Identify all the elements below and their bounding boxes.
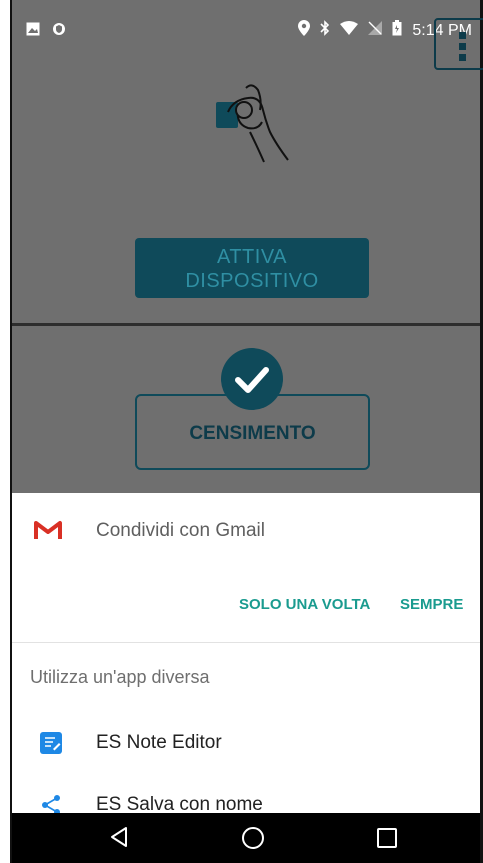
bluetooth-icon [320,20,330,41]
location-icon [298,20,311,41]
check-icon [221,348,283,410]
image-icon [26,22,40,41]
other-app-heading: Utilizza un'app diversa [30,667,210,687]
back-icon[interactable] [109,826,129,853]
menu-dot-icon [459,43,466,50]
recents-icon[interactable] [377,828,397,848]
choice-actions: SOLO UNA VOLTA SEMPRE [12,591,480,623]
activate-label-line1: ATTIVA [216,246,288,268]
app-item-label: ES Salva con nome [96,794,263,813]
app-item-label: ES Note Editor [96,732,222,753]
overflow-menu-button[interactable] [434,18,483,70]
gmail-share-label: Condividi con Gmail [96,520,265,541]
share-icon [40,794,62,813]
no-signal-icon [368,21,383,40]
sheet-divider [12,642,480,643]
shield-icon [52,22,66,41]
activate-device-button[interactable]: ATTIVA DISPOSITIVO [135,238,369,298]
share-bottom-sheet: Condividi con Gmail SOLO UNA VOLTA SEMPR… [12,493,480,813]
gmail-share-row[interactable]: Condividi con Gmail [12,493,480,569]
always-button[interactable]: SEMPRE [400,596,463,613]
menu-dot-icon [459,32,466,39]
activate-label-line2: DISPOSITIVO [185,270,319,292]
wifi-icon [340,21,359,40]
battery-icon [392,20,402,41]
navigation-bar [12,813,480,863]
gmail-icon [34,519,62,541]
status-bar: 5:14 PM [12,10,480,48]
app-item-es-note-editor[interactable]: ES Note Editor [12,718,480,768]
hand-holding-card-icon [208,82,298,166]
menu-dot-icon [459,54,466,61]
section-divider [12,323,480,326]
just-once-button[interactable]: SOLO UNA VOLTA [239,596,370,613]
app-item-es-save-as[interactable]: ES Salva con nome [12,780,480,813]
note-editor-icon [40,732,62,754]
home-icon[interactable] [242,827,264,849]
